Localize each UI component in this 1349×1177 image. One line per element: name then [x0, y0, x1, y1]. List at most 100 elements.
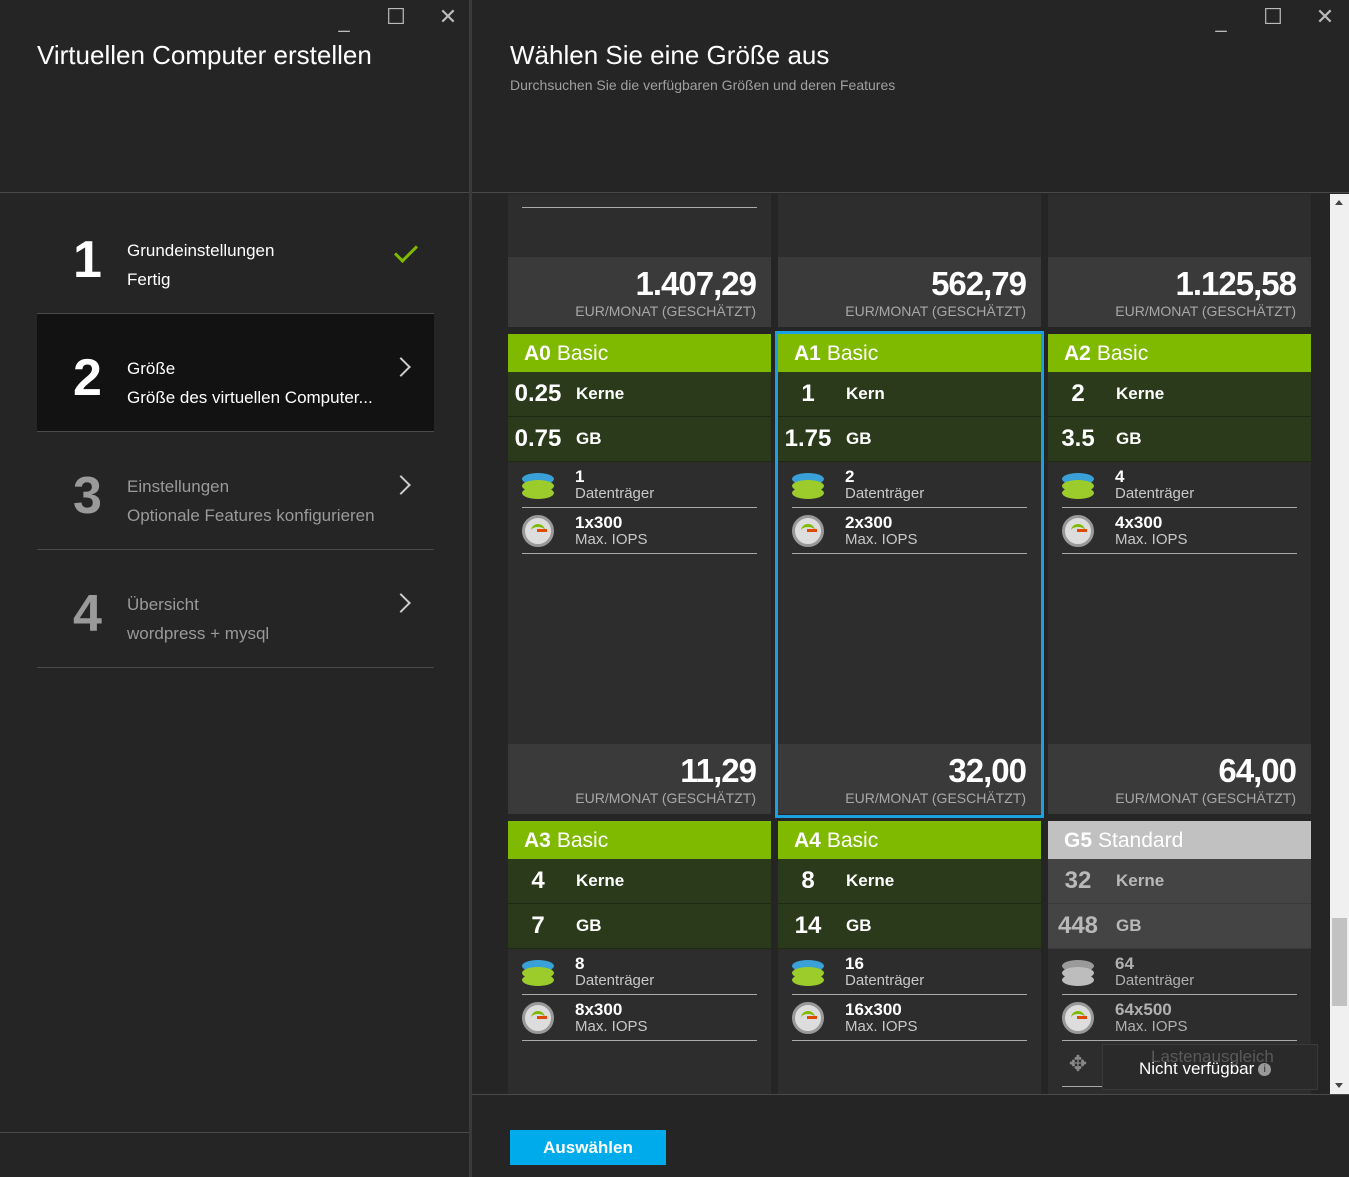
iops-label: Max. IOPS	[845, 1017, 918, 1035]
data-disks-feature: 2 Datenträger	[792, 462, 1027, 508]
step-title: Einstellungen	[127, 477, 230, 496]
iops-feature: 1x300 Max. IOPS	[522, 508, 757, 554]
ram-label: GB	[1116, 916, 1142, 935]
size-card-a3[interactable]: A3 Basic 4 Kerne 7 GB 8 Datenträger 8x300 Max. IO…	[508, 821, 771, 1094]
minimize-icon[interactable]: _	[318, 4, 370, 33]
price-block: 562,79 EUR/MONAT (GESCHÄTZT)	[778, 257, 1041, 327]
blade-subtitle: Durchsuchen Sie die verfügbaren Größen u…	[510, 77, 896, 93]
cores-label: Kerne	[846, 871, 895, 890]
speedometer-icon	[522, 514, 554, 547]
step-number: 4	[73, 585, 102, 643]
price-unit: EUR/MONAT (GESCHÄTZT)	[575, 303, 756, 319]
size-card-a4[interactable]: A4 Basic 8 Kerne 14 GB 16 Datenträger 16x300 Max.…	[778, 821, 1041, 1094]
chevron-right-icon	[391, 593, 411, 613]
ram-label: GB	[1116, 429, 1142, 448]
price-block: 64,00 EUR/MONAT (GESCHÄTZT)	[1048, 744, 1311, 814]
step-subtitle: wordpress + mysql	[127, 624, 270, 643]
size-card-previous[interactable]: 1.125,58 EUR/MONAT (GESCHÄTZT)	[1048, 194, 1311, 327]
size-name: A2	[1064, 342, 1091, 365]
ram-value: 0.75	[514, 425, 562, 452]
data-disks-feature: 64 Datenträger	[1062, 949, 1297, 995]
cores-row: 1 Kern	[778, 372, 1041, 417]
vertical-scrollbar[interactable]	[1330, 194, 1349, 1094]
size-card-a1[interactable]: A1 Basic 1 Kern 1.75 GB 2 Datenträger 2x300 Max. …	[778, 334, 1041, 814]
ram-label: GB	[846, 916, 872, 935]
price-amount: 1.407,29	[635, 265, 757, 302]
ram-value: 1.75	[784, 425, 832, 452]
price-unit: EUR/MONAT (GESCHÄTZT)	[575, 790, 756, 806]
step-settings[interactable]: 3 Einstellungen Optionale Features konfi…	[37, 432, 434, 550]
price-unit: EUR/MONAT (GESCHÄTZT)	[845, 303, 1026, 319]
select-button[interactable]: Auswählen	[510, 1130, 666, 1165]
ram-row: 7 GB	[508, 904, 771, 949]
disks-label: Datenträger	[845, 971, 925, 989]
step-number: 1	[73, 231, 102, 289]
scroll-down-icon[interactable]	[1335, 1083, 1343, 1088]
iops-value: 64x500	[1115, 999, 1172, 1019]
close-icon[interactable]: ✕	[422, 4, 474, 30]
disks-value: 64	[1115, 953, 1134, 973]
ram-row: 0.75 GB	[508, 417, 771, 462]
size-tier: Standard	[1098, 829, 1184, 852]
size-card-a2[interactable]: A2 Basic 2 Kerne 3.5 GB 4 Datenträger 4x300 Max. …	[1048, 334, 1311, 814]
step-title: Größe	[127, 359, 176, 378]
cores-value: 32	[1064, 867, 1092, 894]
right-footer: Auswählen	[472, 1094, 1349, 1177]
iops-feature: 16x300 Max. IOPS	[792, 995, 1027, 1041]
price-unit: EUR/MONAT (GESCHÄTZT)	[845, 790, 1026, 806]
iops-value: 1x300	[575, 512, 623, 532]
cores-value: 1	[801, 380, 815, 407]
step-size[interactable]: 2 Größe Größe des virtuellen Computer...	[37, 314, 434, 432]
cores-label: Kerne	[576, 384, 625, 403]
close-icon[interactable]: ✕	[1299, 4, 1349, 30]
maximize-icon[interactable]: ☐	[1247, 4, 1299, 30]
card-title: A3 Basic	[508, 821, 771, 859]
scroll-up-icon[interactable]	[1335, 200, 1343, 205]
price-amount: 11,29	[680, 752, 757, 789]
ram-label: GB	[576, 429, 602, 448]
price-amount: 32,00	[948, 752, 1027, 789]
tooltip-faint-label: Lastenausgleich	[1151, 1047, 1274, 1066]
ram-row: 14 GB	[778, 904, 1041, 949]
disk-stack-icon	[522, 469, 554, 501]
data-disks-feature: 8 Datenträger	[522, 949, 757, 995]
maximize-icon[interactable]: ☐	[370, 4, 422, 30]
blade-title: Virtuellen Computer erstellen	[37, 40, 372, 70]
data-disks-feature: 4 Datenträger	[1062, 462, 1297, 508]
cores-label: Kerne	[1116, 871, 1165, 890]
size-card-a0[interactable]: A0 Basic 0.25 Kerne 0.75 GB 1 Datenträger 1x300 M…	[508, 334, 771, 814]
disk-stack-icon	[1062, 469, 1094, 501]
disks-label: Datenträger	[1115, 484, 1195, 502]
step-summary[interactable]: 4 Übersicht wordpress + mysql	[37, 550, 434, 668]
iops-feature: 4x300 Max. IOPS	[1062, 508, 1297, 554]
iops-value: 4x300	[1115, 512, 1163, 532]
price-amount: 64,00	[1218, 752, 1297, 789]
price-amount: 562,79	[931, 265, 1027, 302]
step-basics[interactable]: 1 Grundeinstellungen Fertig	[37, 196, 434, 314]
right-window-controls: _ ☐ ✕	[1195, 4, 1349, 33]
cores-value: 0.25	[514, 380, 562, 407]
data-disks-feature: 1 Datenträger	[522, 462, 757, 508]
disks-value: 1	[575, 466, 585, 486]
size-card-previous[interactable]: 1.407,29 EUR/MONAT (GESCHÄTZT)	[508, 194, 771, 327]
iops-label: Max. IOPS	[575, 530, 648, 548]
left-blade: _ ☐ ✕ Virtuellen Computer erstellen 1 Gr…	[0, 0, 470, 1177]
disk-stack-icon	[522, 956, 554, 988]
cores-row: 0.25 Kerne	[508, 372, 771, 417]
size-tier: Basic	[556, 829, 609, 852]
iops-label: Max. IOPS	[845, 530, 918, 548]
price-block: 32,00 EUR/MONAT (GESCHÄTZT)	[778, 744, 1041, 814]
ram-label: GB	[846, 429, 872, 448]
iops-value: 16x300	[845, 999, 902, 1019]
size-tier: Basic	[826, 829, 879, 852]
scrollbar-thumb[interactable]	[1332, 918, 1347, 1006]
size-tier: Basic	[826, 342, 879, 365]
price-block: 11,29 EUR/MONAT (GESCHÄTZT)	[508, 744, 771, 814]
minimize-icon[interactable]: _	[1195, 4, 1247, 33]
price-unit: EUR/MONAT (GESCHÄTZT)	[1115, 303, 1296, 319]
disks-label: Datenträger	[845, 484, 925, 502]
size-card-previous[interactable]: 562,79 EUR/MONAT (GESCHÄTZT)	[778, 194, 1041, 327]
price-block: 1.407,29 EUR/MONAT (GESCHÄTZT)	[508, 257, 771, 327]
ram-value: 14	[794, 912, 822, 939]
unavailable-tooltip: Lastenausgleich Nicht verfügbar i	[1102, 1044, 1318, 1090]
